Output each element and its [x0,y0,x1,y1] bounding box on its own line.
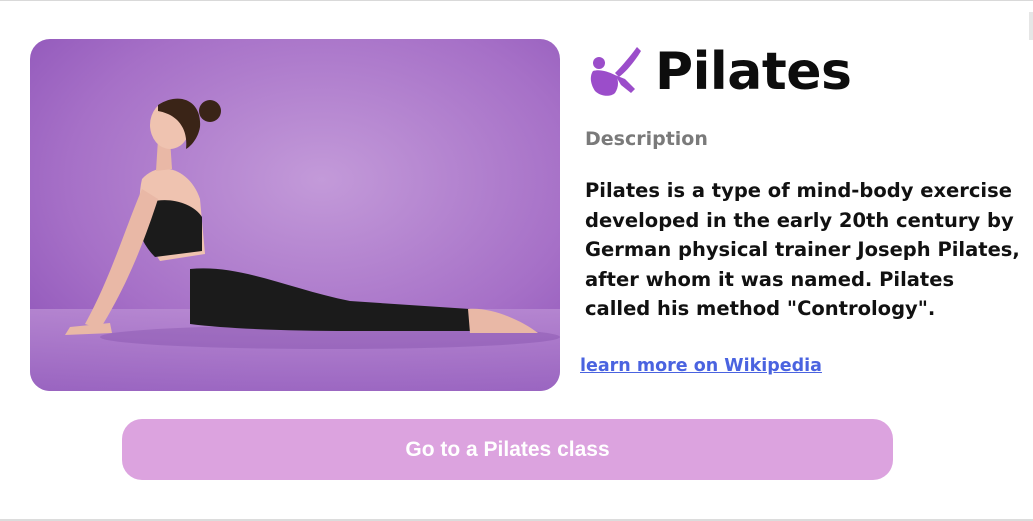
wikipedia-link[interactable]: learn more on Wikipedia [580,356,822,376]
page-title: Pilates [655,42,852,102]
scrollbar-edge [1029,12,1033,40]
description-label: Description [585,128,708,150]
top-divider [0,0,1033,1]
pilates-pose-icon [590,47,641,96]
go-to-class-button[interactable]: Go to a Pilates class [122,419,893,480]
exercise-photo [30,39,560,391]
description-text: Pilates is a type of mind-body exercise … [585,179,1020,320]
title-row: Pilates [585,36,852,108]
